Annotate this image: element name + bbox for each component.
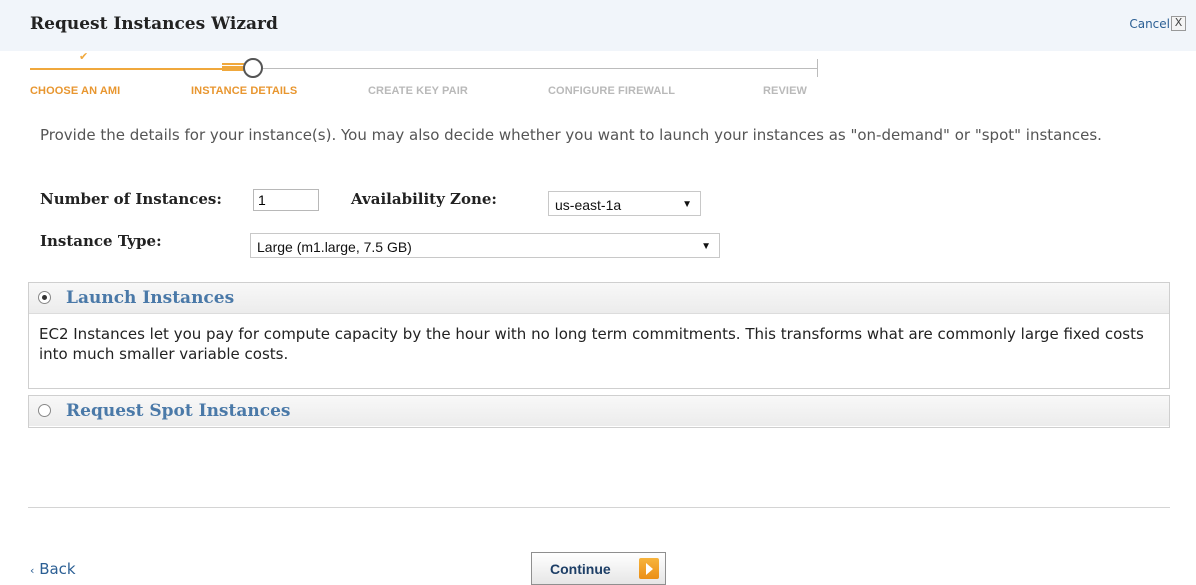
- wizard-title: Request Instances Wizard: [30, 14, 278, 34]
- back-link[interactable]: ‹ Back: [30, 560, 76, 578]
- instance-type-label: Instance Type:: [40, 232, 162, 250]
- continue-label: Continue: [550, 561, 611, 577]
- footer-divider: [28, 507, 1170, 508]
- close-icon[interactable]: X: [1171, 16, 1186, 31]
- step-instance-details: INSTANCE DETAILS: [191, 85, 298, 97]
- step-review: REVIEW: [763, 85, 807, 97]
- launch-instances-radio[interactable]: [38, 291, 51, 304]
- availability-zone-value: us-east-1a: [555, 197, 622, 213]
- spot-instances-panel: Request Spot Instances: [28, 395, 1170, 428]
- wizard-header: Request Instances Wizard Cancel X: [0, 0, 1196, 51]
- checkmark-icon: ✔: [79, 50, 89, 63]
- intro-text: Provide the details for your instance(s)…: [40, 126, 1102, 144]
- availability-zone-label: Availability Zone:: [351, 190, 497, 208]
- step-create-key-pair: CREATE KEY PAIR: [368, 85, 468, 97]
- launch-instances-panel: Launch Instances EC2 Instances let you p…: [28, 282, 1170, 389]
- spot-instances-header[interactable]: Request Spot Instances: [29, 396, 1169, 426]
- instance-type-value: Large (m1.large, 7.5 GB): [257, 239, 412, 255]
- launch-instances-header[interactable]: Launch Instances: [29, 283, 1169, 314]
- number-of-instances-label: Number of Instances:: [40, 190, 222, 208]
- arrow-right-icon: [639, 558, 659, 579]
- number-of-instances-input[interactable]: [253, 189, 319, 211]
- progress-stripes: [222, 63, 244, 74]
- chevron-down-icon: ▼: [682, 199, 692, 210]
- cancel-link[interactable]: Cancel: [1129, 17, 1170, 31]
- step-configure-firewall: CONFIGURE FIREWALL: [548, 85, 676, 97]
- launch-instances-title: Launch Instances: [66, 288, 235, 308]
- chevron-down-icon: ▼: [701, 241, 711, 252]
- continue-button[interactable]: Continue: [531, 552, 666, 585]
- back-label: Back: [39, 560, 76, 578]
- progress-track-remaining: [263, 68, 818, 69]
- current-step-marker: [243, 58, 263, 78]
- availability-zone-select[interactable]: us-east-1a ▼: [548, 191, 701, 216]
- spot-instances-radio[interactable]: [38, 404, 51, 417]
- step-choose-ami: CHOOSE AN AMI: [30, 85, 121, 97]
- progress-track-end: [817, 59, 818, 77]
- progress-track-done: [30, 68, 244, 70]
- chevron-left-icon: ‹: [30, 564, 35, 577]
- spot-instances-title: Request Spot Instances: [66, 401, 291, 421]
- instance-type-select[interactable]: Large (m1.large, 7.5 GB) ▼: [250, 233, 720, 258]
- launch-instances-description: EC2 Instances let you pay for compute ca…: [39, 325, 1144, 363]
